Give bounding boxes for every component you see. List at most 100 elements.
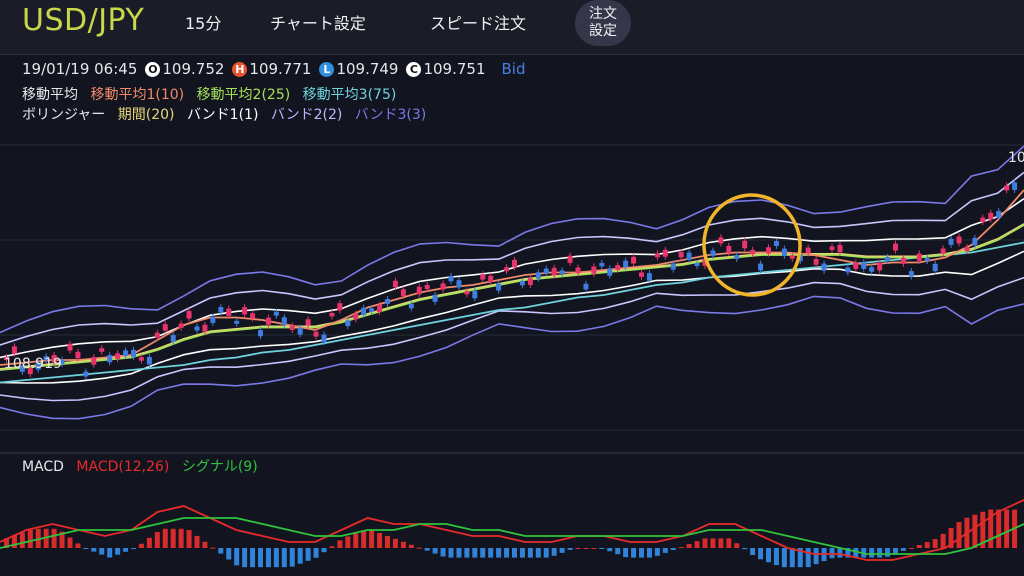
bb-band1-label: バンド1(1): [186, 107, 259, 123]
candle-body: [781, 248, 787, 257]
macd-histogram-bar: [519, 548, 525, 558]
macd-histogram-bar: [900, 548, 906, 551]
candle-body: [297, 327, 303, 335]
candle-body: [829, 246, 835, 250]
candle-body: [567, 255, 573, 263]
candle-body: [924, 258, 930, 262]
macd-histogram-bar: [234, 548, 240, 566]
macd-histogram-bar: [218, 548, 224, 554]
candle-body: [734, 255, 740, 260]
candle-body: [226, 308, 232, 316]
open-badge-icon: O: [145, 61, 161, 77]
candle-body: [766, 247, 771, 254]
macd-histogram-bar: [631, 548, 637, 558]
candle-body: [956, 236, 962, 244]
macd-histogram-bar: [115, 548, 121, 555]
macd-histogram-bar: [400, 541, 406, 548]
macd-histogram-bar: [27, 529, 33, 548]
macd-histogram-bar: [424, 548, 430, 551]
candle-body: [178, 323, 184, 328]
candle-body: [305, 319, 311, 326]
macd-histogram-bar: [607, 548, 613, 552]
timeframe-button[interactable]: 15分: [185, 10, 221, 34]
macd-histogram-bar: [646, 548, 652, 558]
bb-band2-label: バンド2(2): [270, 107, 343, 123]
candle-body: [583, 283, 589, 290]
macd-histogram-bar: [916, 544, 922, 548]
macd-histogram-bar: [472, 548, 478, 558]
macd-histogram-bar: [527, 548, 533, 558]
macd-histogram-bar: [639, 548, 644, 558]
macd-histogram-bar: [138, 543, 144, 548]
macd-histogram-bar: [789, 548, 795, 568]
candle-body: [591, 266, 597, 274]
candle-body: [250, 313, 256, 319]
candle-body: [916, 253, 922, 261]
candle-body: [472, 290, 478, 299]
candle-body: [488, 275, 494, 282]
candle-body: [559, 270, 565, 274]
candle-body: [853, 262, 859, 269]
macd-histogram-bar: [488, 548, 494, 558]
macd-histogram-bar: [11, 535, 17, 548]
macd-histogram-bar: [972, 514, 978, 548]
macd-histogram-bar: [670, 548, 676, 550]
candle-body: [980, 217, 986, 223]
candle-body: [1012, 182, 1018, 190]
candle-body: [115, 353, 121, 360]
chart-settings-button[interactable]: チャート設定: [270, 10, 366, 34]
speed-order-button[interactable]: スピード注文: [430, 10, 526, 34]
macd-histogram-bar: [726, 538, 732, 548]
macd-histogram-bar: [781, 548, 787, 568]
candle-body: [400, 289, 406, 297]
candle-body: [940, 248, 946, 254]
macd-histogram-bar: [885, 548, 891, 557]
macd-histogram-bar: [813, 548, 819, 565]
candle-body: [789, 255, 795, 259]
grid-lines: [0, 144, 1024, 454]
candle-body: [678, 251, 684, 258]
currency-pair[interactable]: USD/JPY: [22, 3, 144, 38]
macd-histogram-bar: [440, 548, 446, 557]
candle-body: [773, 241, 779, 246]
macd-histogram-bar: [615, 548, 621, 555]
macd-histogram-bar: [337, 540, 343, 548]
candle-body: [686, 252, 692, 260]
macd-histogram-bar: [559, 548, 565, 553]
candle-body: [99, 348, 105, 352]
candle-body: [234, 320, 240, 324]
macd-histogram-bar: [837, 548, 843, 558]
candle-body: [758, 263, 764, 271]
macd-histogram-bar: [361, 530, 367, 548]
candle-body: [377, 304, 383, 313]
order-settings-label-1: 注文: [589, 6, 617, 22]
candle-body: [932, 263, 938, 272]
candle-body: [750, 249, 756, 255]
close-badge-icon: C: [406, 61, 422, 77]
candle-body: [361, 307, 367, 315]
macd-histogram-bar: [146, 537, 152, 548]
macd-histogram-bar: [369, 530, 375, 548]
candle-body: [964, 247, 970, 252]
moving-averages: [0, 189, 1024, 384]
macd-histogram-bar: [432, 548, 438, 554]
candle-body: [885, 256, 891, 261]
candle-body: [805, 247, 811, 254]
macd-histogram-bar: [575, 548, 581, 549]
macd-histogram-bar: [210, 547, 216, 549]
candle-body: [385, 299, 390, 304]
candle-body: [480, 274, 486, 280]
candle-body: [464, 291, 470, 295]
candle-body: [138, 357, 144, 361]
order-settings-button[interactable]: 注文 設定: [575, 0, 631, 46]
candle-body: [623, 260, 629, 268]
macd-histogram-bar: [456, 548, 462, 558]
candle-body: [440, 283, 446, 290]
band2-upper-line: [0, 171, 1024, 346]
candle-body: [710, 250, 716, 256]
macd-histogram-bar: [805, 548, 811, 568]
macd-histogram-bar: [464, 548, 470, 558]
macd-histogram-bar: [766, 548, 771, 563]
candle-body: [75, 351, 81, 359]
macd-histogram-bar: [416, 547, 422, 549]
